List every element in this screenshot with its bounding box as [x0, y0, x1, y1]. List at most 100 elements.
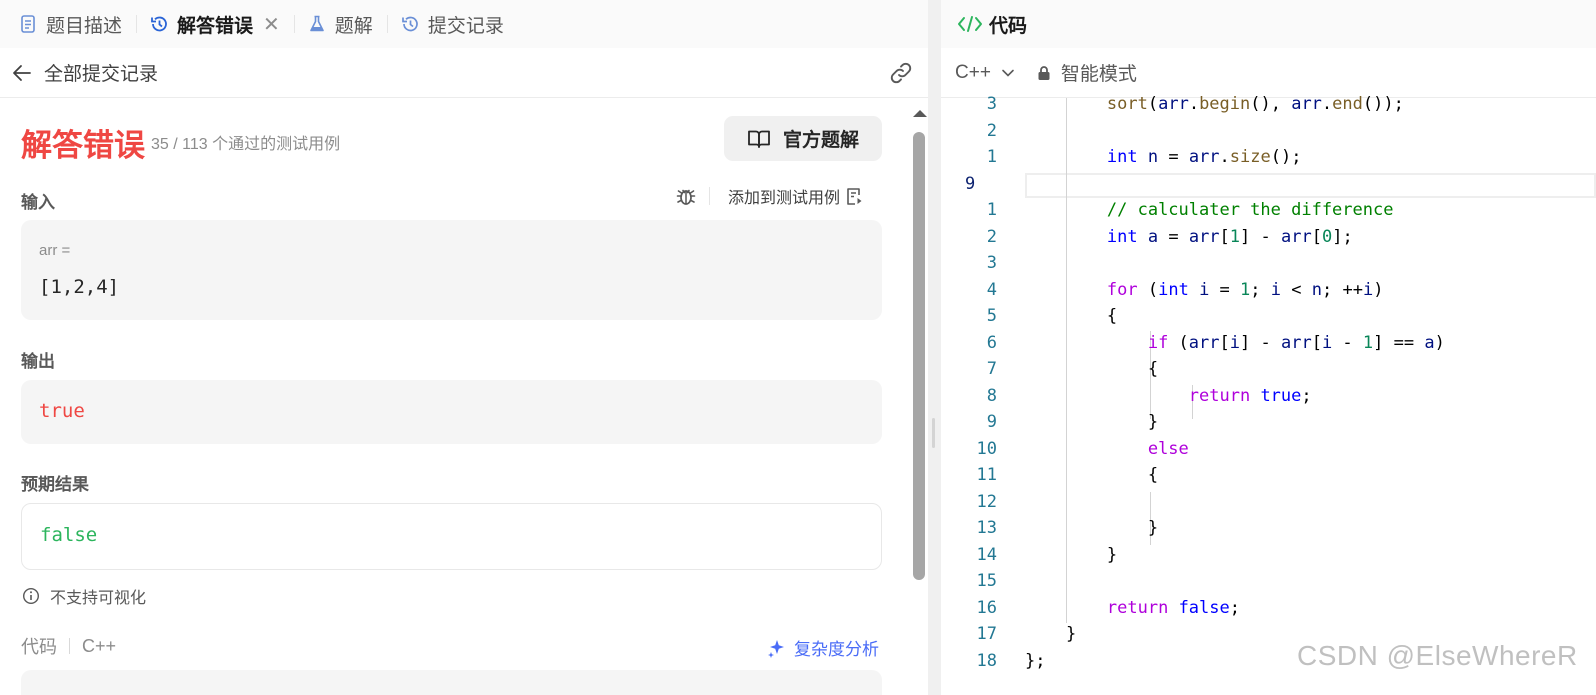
code-token: ) [1434, 332, 1445, 353]
code-line[interactable]: for (int i = 1; i < n; ++i) [1025, 279, 1384, 300]
code-line[interactable]: sort(arr.begin(), arr.end()); [1025, 94, 1404, 114]
tab-description[interactable]: 题目描述 [16, 0, 132, 48]
current-line-highlight [1025, 173, 1596, 198]
line-number: 3 [986, 253, 997, 273]
code-token: [ [1311, 226, 1322, 247]
complexity-analysis-button[interactable]: 复杂度分析 [766, 635, 879, 660]
smart-mode-toggle[interactable]: 智能模式 [1061, 59, 1137, 86]
code-token: if [1147, 332, 1169, 353]
code-token: arr [1281, 226, 1312, 247]
history-icon [151, 16, 167, 32]
code-line[interactable]: return false; [1025, 598, 1240, 618]
code-token: // calculater the difference [1106, 200, 1394, 220]
code-token: } [1025, 412, 1159, 432]
code-line[interactable]: else [1025, 439, 1189, 459]
output-value: true [39, 400, 85, 422]
code-token: = [1209, 279, 1241, 300]
code-token: 1 [1229, 226, 1241, 247]
scrollbar-thumb[interactable] [913, 132, 925, 580]
line-number: 17 [976, 624, 997, 644]
link-icon[interactable] [888, 61, 914, 85]
code-token: arr [1280, 332, 1312, 353]
code-header: 代码 [941, 0, 1596, 48]
line-number: 10 [976, 438, 997, 459]
tab-submissions[interactable]: 提交记录 [398, 0, 514, 48]
code-token: [ [1219, 226, 1230, 247]
book-icon [748, 130, 770, 148]
submission-panel: 题目描述 解答错误 ✕ 题解 提交记录 全部提交记录 解答错误 35 / 113… [0, 0, 928, 695]
flask-icon [309, 15, 324, 32]
code-panel: 代码 C++ 智能模式 3 sort(arr.begin(), arr.end(… [941, 0, 1596, 695]
code-icon [958, 16, 982, 32]
sparkle-icon [768, 639, 784, 658]
code-token: [ [1219, 332, 1230, 353]
code-token: . [1188, 94, 1200, 114]
debug-icon[interactable] [675, 185, 697, 207]
line-number: 2 [986, 120, 997, 141]
code-token: n [1147, 147, 1159, 167]
line-number: 9 [986, 412, 997, 432]
input-label: 输入 [21, 193, 55, 212]
code-line[interactable]: } [1025, 545, 1117, 565]
complexity-label: 复杂度分析 [794, 640, 879, 659]
result-content: 解答错误 35 / 113 个通过的测试用例 官方题解 输入 添加到测试用例 a… [0, 98, 904, 695]
arrow-left-icon[interactable] [10, 61, 34, 85]
code-token: 1 [1362, 332, 1374, 353]
code-line[interactable]: } [1025, 518, 1158, 538]
code-token: 1 [1240, 279, 1251, 300]
code-token: return [1106, 597, 1169, 618]
code-token: = [1158, 147, 1189, 167]
splitter-grip[interactable] [932, 418, 935, 448]
code-line[interactable]: }; [1025, 651, 1045, 671]
chevron-down-icon[interactable] [1001, 66, 1015, 80]
history-icon [401, 16, 418, 32]
code-line[interactable]: if (arr[i] - arr[i - 1] == a) [1025, 333, 1445, 353]
add-testcase-button[interactable]: 添加到测试用例 [728, 184, 840, 208]
add-testcase-icon[interactable] [844, 186, 864, 206]
tab-solutions[interactable]: 题解 [305, 0, 383, 48]
code-line[interactable]: } [1025, 412, 1158, 432]
code-token: (); [1270, 147, 1302, 167]
code-token: ( [1137, 279, 1159, 300]
official-solution-button[interactable]: 官方题解 [724, 116, 882, 161]
code-token: a [1424, 332, 1435, 353]
line-number: 5 [986, 306, 997, 326]
left-scrollbar[interactable] [912, 106, 927, 695]
code-editor[interactable]: 3 sort(arr.begin(), arr.end()); 2 1 int n … [941, 94, 1596, 695]
code-line[interactable]: { [1025, 359, 1158, 379]
code-token: i [1199, 279, 1210, 300]
code-token: n [1311, 279, 1322, 300]
all-submissions-link[interactable]: 全部提交记录 [44, 59, 158, 86]
expected-value: false [40, 524, 98, 546]
code-token: ; [1250, 279, 1271, 300]
tab-wrong-answer[interactable]: 解答错误 ✕ [147, 0, 290, 48]
code-token: i [1321, 332, 1333, 353]
code-line[interactable]: // calculater the difference [1025, 200, 1394, 220]
code-line[interactable]: } [1025, 624, 1076, 644]
line-number: 4 [986, 279, 997, 300]
panel-splitter[interactable] [928, 0, 940, 695]
code-token: sort [1106, 94, 1148, 114]
code-line[interactable]: { [1025, 465, 1158, 485]
document-icon [21, 15, 35, 33]
line-number: 1 [986, 200, 997, 220]
code-line[interactable]: { [1025, 306, 1117, 326]
code-token: false [1178, 597, 1230, 618]
line-number: 16 [976, 597, 997, 618]
code-line[interactable]: int n = arr.size(); [1025, 147, 1302, 167]
expected-box: false [21, 503, 882, 570]
line-number: 13 [976, 518, 997, 538]
line-number: 12 [976, 491, 997, 512]
code-line[interactable]: return true; [1025, 386, 1312, 406]
scroll-up-arrow[interactable] [913, 110, 927, 117]
submission-subbar: 全部提交记录 [0, 48, 928, 98]
language-select[interactable]: C++ [955, 62, 991, 84]
code-line[interactable]: int a = arr[1] - arr[0]; [1025, 227, 1353, 247]
close-icon[interactable]: ✕ [263, 12, 280, 37]
